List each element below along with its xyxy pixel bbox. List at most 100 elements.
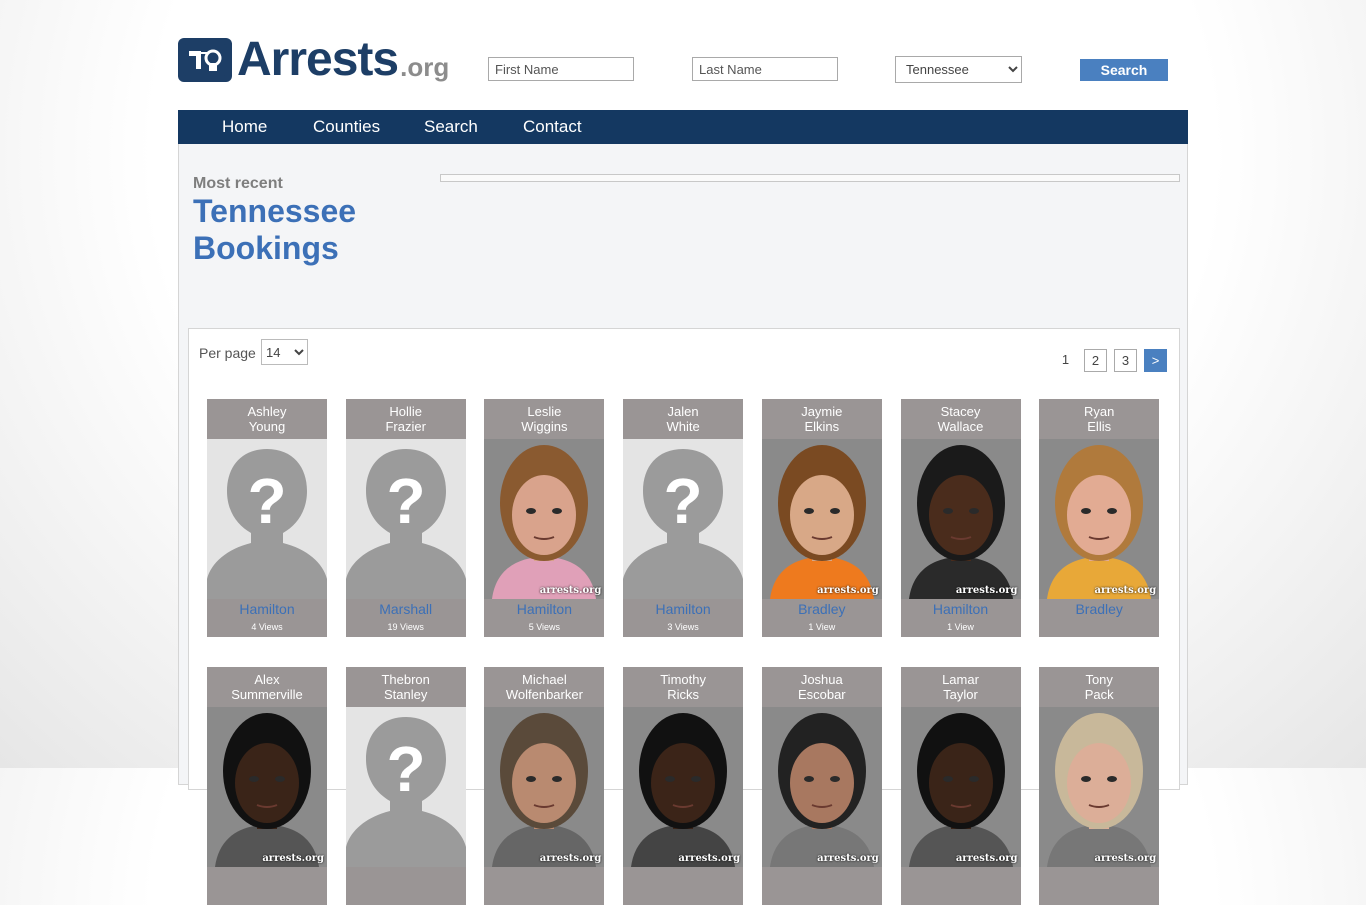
booking-name[interactable]: Alex Summerville: [207, 667, 327, 707]
booking-name[interactable]: Timothy Ricks: [623, 667, 743, 707]
watermark: arrests.org: [817, 585, 879, 596]
unknown-person-icon[interactable]: ?: [345, 439, 466, 599]
booking-name[interactable]: Joshua Escobar: [762, 667, 882, 707]
svg-text:?: ?: [386, 465, 425, 537]
handcuffs-logo-icon: [178, 38, 232, 82]
page-title: Tennessee Bookings: [193, 193, 357, 266]
booking-first-name: Michael: [521, 672, 567, 687]
mugshot-photo[interactable]: arrests.org: [900, 707, 1021, 867]
next-page-button[interactable]: >: [1144, 349, 1167, 372]
booking-card[interactable]: Hollie Frazier? Marshall 19 Views: [345, 399, 466, 637]
booking-first-name: Joshua: [800, 672, 843, 687]
svg-text:?: ?: [386, 733, 425, 805]
mugshot-photo[interactable]: arrests.org: [900, 439, 1021, 599]
booking-last-name: Elkins: [804, 419, 840, 434]
booking-card[interactable]: Thebron Stanley?: [345, 667, 466, 905]
booking-card[interactable]: Michael Wolfenbarker arrests.org: [484, 667, 605, 905]
per-page-select[interactable]: 14: [261, 339, 308, 365]
booking-card[interactable]: Jalen White? Hamilton 3 Views: [623, 399, 744, 637]
ad-placeholder: [440, 174, 1180, 182]
per-page-label: Per page: [199, 345, 256, 361]
county-link[interactable]: Hamilton: [623, 601, 743, 617]
booking-first-name: Lamar: [942, 672, 979, 687]
watermark: arrests.org: [817, 853, 879, 864]
svg-text:?: ?: [247, 465, 286, 537]
booking-card[interactable]: Tony Pack arrests.org: [1039, 667, 1160, 905]
unknown-person-icon[interactable]: ?: [345, 707, 466, 867]
booking-last-name: Wiggins: [521, 419, 568, 434]
search-button[interactable]: Search: [1080, 59, 1168, 81]
nav-search[interactable]: Search: [424, 110, 478, 143]
mugshot-photo[interactable]: arrests.org: [484, 707, 605, 867]
page-1: 1: [1054, 349, 1077, 372]
view-count: 19 Views: [387, 622, 424, 632]
site-logo[interactable]: Arrests .org: [178, 33, 449, 86]
booking-name[interactable]: Ashley Young: [207, 399, 327, 439]
mugshot-photo[interactable]: arrests.org: [484, 439, 605, 599]
mugshot-photo[interactable]: arrests.org: [1039, 707, 1160, 867]
booking-card[interactable]: Timothy Ricks arrests.org: [623, 667, 744, 905]
watermark: arrests.org: [262, 853, 324, 864]
mugshot-photo[interactable]: arrests.org: [761, 439, 882, 599]
watermark: arrests.org: [678, 853, 741, 864]
county-link[interactable]: Bradley: [762, 601, 882, 617]
county-link[interactable]: Hamilton: [901, 601, 1021, 617]
county-link[interactable]: Hamilton: [484, 601, 604, 617]
booking-card[interactable]: Joshua Escobar arrests.org: [761, 667, 882, 905]
county-link[interactable]: Hamilton: [207, 601, 327, 617]
booking-card[interactable]: Jaymie Elkins arrests.org Bradley 1 View: [761, 399, 882, 637]
booking-first-name: Hollie: [389, 404, 422, 419]
booking-first-name: Ryan: [1084, 404, 1115, 419]
view-count: 1 View: [947, 622, 974, 632]
unknown-person-icon[interactable]: ?: [623, 439, 744, 599]
page-3-link[interactable]: 3: [1114, 349, 1137, 372]
booking-card[interactable]: Ashley Young? Hamilton 4 Views: [207, 399, 327, 637]
watermark: arrests.org: [1094, 853, 1157, 864]
booking-card[interactable]: Ryan Ellis arrests.org Bradley: [1039, 399, 1160, 637]
booking-name[interactable]: Jalen White: [623, 399, 743, 439]
pagination: 1 2 3 >: [1054, 349, 1167, 374]
mugshot-photo[interactable]: arrests.org: [623, 707, 744, 867]
county-link[interactable]: Marshall: [346, 601, 466, 617]
booking-name[interactable]: Stacey Wallace: [901, 399, 1021, 439]
svg-text:?: ?: [664, 465, 703, 537]
booking-name[interactable]: Lamar Taylor: [901, 667, 1021, 707]
booking-last-name: Wolfenbarker: [505, 687, 583, 702]
booking-card[interactable]: Lamar Taylor arrests.org: [900, 667, 1021, 905]
unknown-person-icon[interactable]: ?: [207, 439, 327, 599]
nav-contact[interactable]: Contact: [523, 110, 582, 143]
booking-name[interactable]: Ryan Ellis: [1039, 399, 1159, 439]
booking-name[interactable]: Tony Pack: [1039, 667, 1159, 707]
page-2-link[interactable]: 2: [1084, 349, 1107, 372]
first-name-input[interactable]: [488, 57, 634, 81]
booking-name[interactable]: Thebron Stanley: [346, 667, 466, 707]
booking-card[interactable]: Leslie Wiggins arrests.org Hamilton 5 Views: [484, 399, 605, 637]
state-select[interactable]: Tennessee: [895, 56, 1022, 83]
booking-first-name: Jaymie: [801, 404, 843, 419]
nav-home[interactable]: Home: [222, 110, 267, 143]
booking-last-name: Ellis: [1087, 419, 1112, 434]
logo-text: Arrests: [237, 33, 399, 86]
booking-card[interactable]: Alex Summerville arrests.org: [207, 667, 327, 905]
booking-last-name: White: [666, 419, 700, 434]
nav-counties[interactable]: Counties: [313, 110, 380, 143]
last-name-input[interactable]: [692, 57, 838, 81]
mugshot-photo[interactable]: arrests.org: [1039, 439, 1160, 599]
booking-name[interactable]: Michael Wolfenbarker: [484, 667, 604, 707]
booking-first-name: Leslie: [527, 404, 562, 419]
booking-last-name: Frazier: [385, 419, 426, 434]
view-count: 5 Views: [528, 622, 561, 632]
view-count: 4 Views: [251, 622, 283, 632]
mugshot-photo[interactable]: arrests.org: [207, 707, 327, 867]
booking-first-name: Thebron: [381, 672, 430, 687]
mugshot-photo[interactable]: arrests.org: [761, 707, 882, 867]
booking-first-name: Jalen: [667, 404, 699, 419]
booking-card[interactable]: Stacey Wallace arrests.org Hamilton 1 View: [900, 399, 1021, 637]
booking-name[interactable]: Hollie Frazier: [346, 399, 466, 439]
site-header: Arrests .org Tennessee Search: [178, 34, 1188, 94]
view-count: 1 View: [808, 622, 836, 632]
booking-name[interactable]: Jaymie Elkins: [762, 399, 882, 439]
booking-first-name: Alex: [254, 672, 280, 687]
booking-name[interactable]: Leslie Wiggins: [484, 399, 604, 439]
county-link[interactable]: Bradley: [1039, 601, 1159, 617]
